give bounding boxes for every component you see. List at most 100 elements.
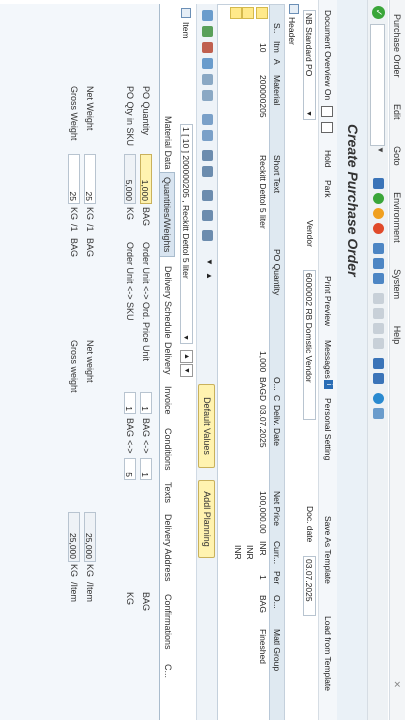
next-item-icon[interactable]: ▼: [180, 364, 193, 377]
tab-texts[interactable]: Texts: [161, 478, 175, 507]
prev-page-icon[interactable]: [373, 308, 384, 319]
header-section[interactable]: Header: [287, 4, 299, 45]
row-currency[interactable]: INR: [245, 545, 255, 560]
row-currency[interactable]: INR: [258, 541, 268, 556]
print-preview-button[interactable]: Print Preview: [319, 276, 337, 326]
command-dropdown-icon[interactable]: ▼: [376, 146, 385, 154]
other-doc-icon[interactable]: [321, 122, 333, 133]
order-unit-ord-b-input[interactable]: 1: [140, 458, 152, 480]
vendor-value: 6000002 RB Domstic Vendor: [304, 273, 314, 383]
add-line-icon[interactable]: [202, 26, 213, 37]
back-icon[interactable]: [373, 193, 384, 204]
shortcut-icon[interactable]: [373, 373, 384, 384]
po-quantity-unit[interactable]: BAG: [141, 207, 151, 226]
doc-date-field[interactable]: 03.07.2025: [303, 556, 316, 616]
layout-icon[interactable]: [202, 190, 213, 201]
row-matl-group[interactable]: Fineshed: [258, 629, 268, 664]
doc-overview-button[interactable]: Document Overview On: [319, 10, 337, 100]
row-currency[interactable]: INR: [233, 545, 243, 560]
cancel-icon[interactable]: [373, 223, 384, 234]
row-deliv-date[interactable]: 03.07.2025: [258, 405, 268, 448]
row-po-quantity[interactable]: 1,000: [258, 351, 268, 372]
park-button[interactable]: Park: [319, 180, 337, 197]
messages-button[interactable]: Messages: [319, 340, 337, 379]
table-row[interactable]: INR: [242, 5, 255, 720]
tab-confirmations[interactable]: Confirmations: [161, 590, 175, 654]
personal-setting-button[interactable]: Personal Setting: [319, 398, 337, 460]
layout-icon[interactable]: [373, 408, 384, 419]
details-icon[interactable]: [202, 10, 213, 21]
exit-icon[interactable]: [373, 208, 384, 219]
command-field[interactable]: [370, 24, 385, 146]
last-page-icon[interactable]: [373, 338, 384, 349]
row-selector[interactable]: [242, 7, 254, 19]
prev-item-icon[interactable]: ▲: [180, 350, 193, 363]
dropdown-arrow-icon[interactable]: ▼: [205, 258, 214, 266]
tab-more[interactable]: C...: [161, 660, 175, 682]
menu-edit[interactable]: Edit: [392, 104, 402, 120]
net-weight-input[interactable]: 25: [84, 154, 96, 204]
menu-purchase-order[interactable]: Purchase Order: [392, 14, 402, 78]
tab-delivery-address[interactable]: Delivery Address: [161, 510, 175, 586]
app-toolbar: Document Overview On Hold Park Print Pre…: [318, 0, 337, 720]
filter-icon[interactable]: [202, 150, 213, 161]
row-selector[interactable]: [256, 7, 268, 19]
copy-icon[interactable]: [202, 58, 213, 69]
order-unit-sku-a-input[interactable]: 1: [124, 392, 136, 414]
save-icon[interactable]: [373, 178, 384, 189]
print-icon[interactable]: [373, 243, 384, 254]
menu-system[interactable]: System: [392, 269, 402, 299]
check-icon[interactable]: ✓: [372, 6, 385, 19]
table-row[interactable]: INR: [230, 5, 243, 720]
row-short-text[interactable]: Reckitt Dettol 5 liter: [258, 155, 268, 229]
collapse-icon[interactable]: [181, 8, 191, 18]
menu-goto[interactable]: Goto: [392, 146, 402, 166]
first-page-icon[interactable]: [373, 293, 384, 304]
row-order-unit[interactable]: BAG: [258, 377, 268, 395]
menu-environment[interactable]: Environment: [392, 192, 402, 243]
more-icon[interactable]: [202, 230, 213, 241]
tab-delivery-schedule[interactable]: Delivery Schedule: [161, 262, 175, 343]
cut-icon[interactable]: [202, 74, 213, 85]
row-selector[interactable]: [230, 7, 242, 19]
tab-delivery[interactable]: Delivery: [161, 338, 175, 379]
config-icon[interactable]: [202, 210, 213, 221]
menu-help[interactable]: Help: [392, 326, 402, 345]
order-unit-sku-b-input[interactable]: 5: [124, 458, 136, 480]
row-material[interactable]: 200000205: [258, 75, 268, 118]
tab-invoice[interactable]: Invoice: [161, 382, 175, 419]
gross-weight-input[interactable]: 25: [68, 154, 80, 204]
sort-asc-icon[interactable]: [202, 114, 213, 125]
table-row[interactable]: 10 200000205 Reckitt Dettol 5 liter 1,00…: [256, 5, 269, 720]
vendor-field[interactable]: 6000002 RB Domstic Vendor: [303, 270, 316, 420]
help-icon[interactable]: [373, 393, 384, 404]
order-unit-sku-b-unit: KG: [125, 592, 135, 606]
po-type-dropdown[interactable]: NB Standard PO ▼: [303, 10, 316, 120]
new-doc-icon[interactable]: [321, 106, 333, 117]
paste-icon[interactable]: [202, 90, 213, 101]
item-select[interactable]: 1 [ 10 ] 200000205 , Reckitt Dettol 5 li…: [180, 124, 193, 344]
tab-material-data[interactable]: Material Data: [161, 112, 175, 174]
order-unit-ord-a-input[interactable]: 1: [140, 392, 152, 414]
next-page-icon[interactable]: [373, 323, 384, 334]
row-per[interactable]: 1: [258, 575, 268, 580]
tab-quantities-weights[interactable]: Quantities/Weights: [160, 172, 175, 258]
save-as-template-button[interactable]: Save As Template: [319, 516, 337, 584]
find-icon[interactable]: [373, 258, 384, 269]
new-session-icon[interactable]: [373, 358, 384, 369]
po-quantity-input[interactable]: 1,000: [140, 154, 152, 204]
find-next-icon[interactable]: [373, 273, 384, 284]
info-icon[interactable]: i: [324, 380, 333, 389]
row-net-price[interactable]: 100,000.00: [258, 491, 268, 534]
tab-conditions[interactable]: Conditions: [161, 424, 175, 475]
window-close-icon[interactable]: ✕: [389, 680, 405, 688]
nav-up-icon[interactable]: ▲: [205, 272, 214, 280]
sort-desc-icon[interactable]: [202, 130, 213, 141]
load-from-template-button[interactable]: Load from Template: [319, 616, 337, 691]
default-values-button[interactable]: Default Values: [198, 384, 215, 468]
row-price-unit[interactable]: BAG: [258, 595, 268, 613]
addl-planning-button[interactable]: Addl Planning: [198, 480, 215, 558]
hold-button[interactable]: Hold: [319, 150, 337, 167]
sum-icon[interactable]: [202, 166, 213, 177]
delete-line-icon[interactable]: [202, 42, 213, 53]
